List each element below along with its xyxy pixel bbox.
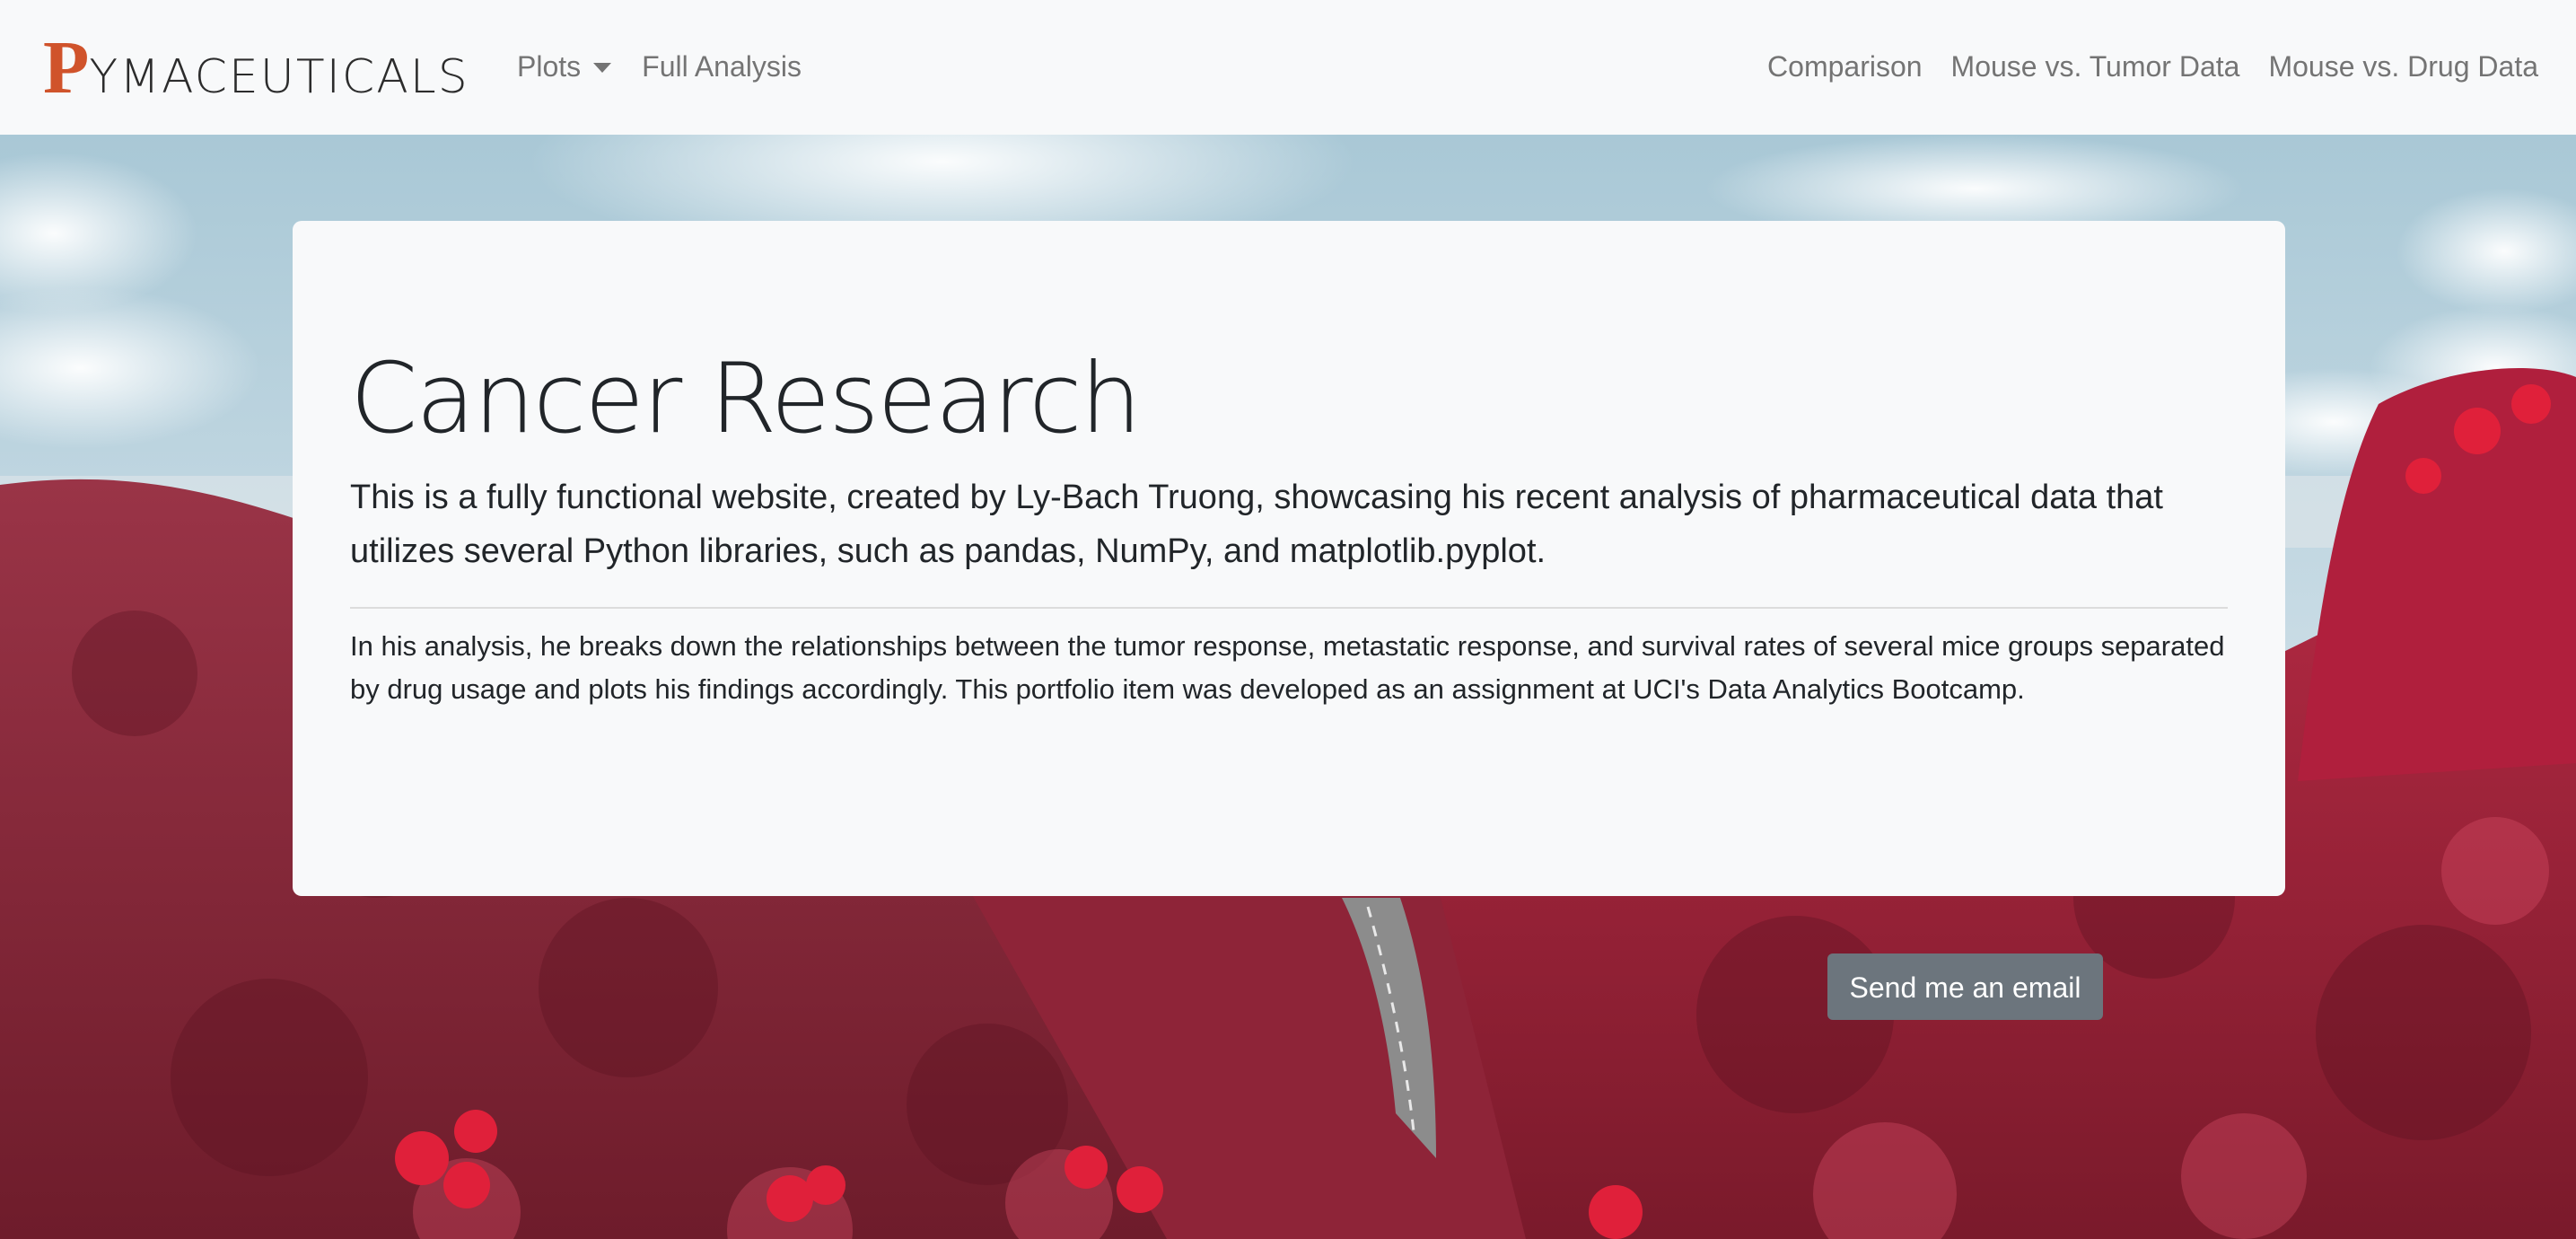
page: P YMACEUTICALS Plots Full Analysis Compa…	[0, 0, 2576, 1239]
send-email-button[interactable]: Send me an email	[1827, 953, 2103, 1020]
jumbotron-card: Cancer Research This is a fully function…	[293, 221, 2285, 896]
divider	[350, 607, 2228, 609]
navbar: P YMACEUTICALS Plots Full Analysis Compa…	[0, 0, 2576, 135]
nav-left: Plots Full Analysis	[517, 45, 802, 88]
page-title: Cancer Research	[350, 343, 1142, 455]
nav-item-plots-dropdown[interactable]: Plots	[517, 45, 612, 88]
nav-item-full-analysis[interactable]: Full Analysis	[642, 45, 802, 88]
nav-item-comparison[interactable]: Comparison	[1767, 45, 1923, 88]
brand-initial: P	[43, 26, 90, 110]
lead-paragraph: This is a fully functional website, crea…	[350, 479, 2163, 570]
caret-down-icon	[593, 62, 612, 73]
brand-name: YMACEUTICALS	[89, 50, 469, 104]
nav-right: Comparison Mouse vs. Tumor Data Mouse vs…	[1767, 45, 2538, 88]
brand-logo[interactable]: P YMACEUTICALS	[43, 31, 469, 106]
description-paragraph: In his analysis, he breaks down the rela…	[350, 630, 2225, 705]
nav-item-mouse-vs-drug-data[interactable]: Mouse vs. Drug Data	[2268, 45, 2538, 88]
nav-item-plots-label: Plots	[517, 50, 582, 83]
nav-item-mouse-vs-tumor-data[interactable]: Mouse vs. Tumor Data	[1951, 45, 2240, 88]
